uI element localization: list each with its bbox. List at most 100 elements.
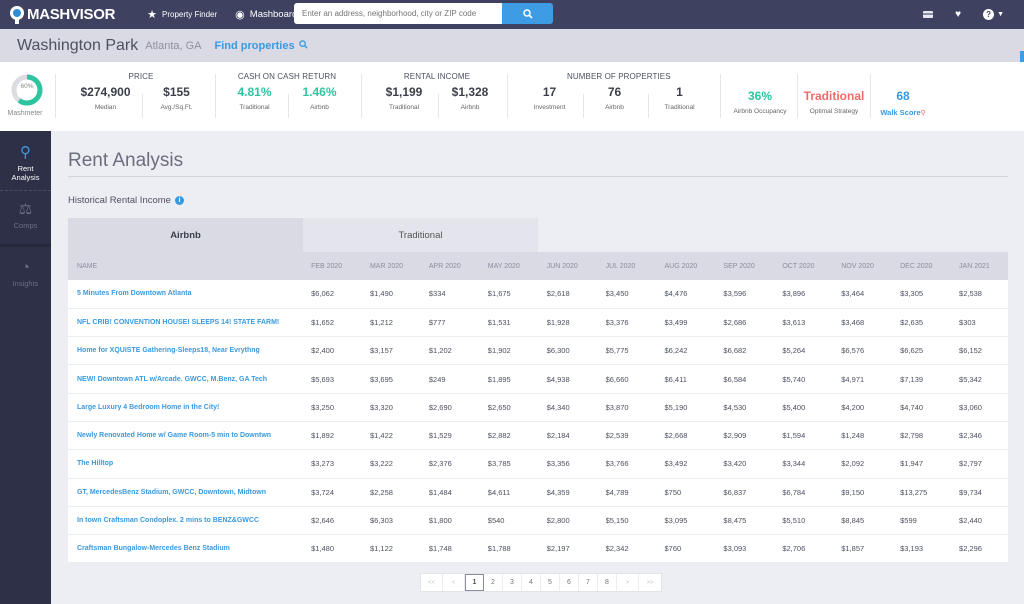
- tab-airbnb[interactable]: Airbnb: [68, 218, 303, 252]
- rental-income-cell: $9,734: [959, 487, 982, 497]
- search-button[interactable]: [502, 3, 553, 24]
- strategy-label: Optimal Strategy: [809, 108, 859, 115]
- map-pin-icon: ⚲: [920, 110, 926, 117]
- column-header-month[interactable]: MAY 2020: [478, 252, 537, 280]
- column-header-month[interactable]: MAR 2020: [360, 252, 419, 280]
- brand-logo[interactable]: MASHVISOR: [10, 5, 115, 24]
- rental-income-cell: $5,510: [782, 516, 806, 526]
- listing-name-link[interactable]: In town Craftsman Condoplex. 2 mins to B…: [68, 506, 301, 534]
- last-page-button[interactable]: >>: [639, 574, 661, 591]
- rental-income-cell: $3,193: [900, 544, 924, 554]
- divider: [361, 74, 362, 118]
- column-header-month[interactable]: JUN 2020: [537, 252, 596, 280]
- listing-name-link[interactable]: 5 Minutes From Downtown Atlanta: [68, 280, 301, 308]
- divider: [797, 74, 798, 118]
- coc-airbnb-value: 1.46%: [302, 85, 337, 99]
- rental-income-cell: $2,798: [900, 431, 924, 441]
- heart-icon[interactable]: ♥: [955, 9, 961, 20]
- coc-airbnb-label: Airbnb: [310, 104, 329, 111]
- listing-name-link[interactable]: The Hilltop: [68, 450, 301, 478]
- rental-income-cell: $3,450: [605, 289, 629, 299]
- listing-name-link[interactable]: Newly Renovated Home w/ Game Room-5 min …: [68, 421, 301, 449]
- listing-name-link[interactable]: Craftsman Bungalow-Mercedes Benz Stadium: [68, 535, 301, 563]
- rental-income-cell: $1,529: [428, 431, 452, 441]
- info-icon[interactable]: i: [174, 196, 184, 205]
- rental-income-cell: $6,303: [369, 516, 393, 526]
- rental-income-cell: $3,093: [723, 544, 747, 554]
- page-button[interactable]: 4: [522, 574, 541, 591]
- rental-income-cell: $3,157: [369, 346, 393, 356]
- page-button[interactable]: 2: [484, 574, 503, 591]
- neighborhood-title: Washington Park: [17, 36, 139, 54]
- price-median-value: $274,900: [80, 85, 131, 99]
- rental-income-cell: $3,464: [841, 289, 865, 299]
- listing-name-link[interactable]: NFL CRIB! CONVENTION HOUSE! SLEEPS 14! S…: [68, 308, 301, 336]
- page-button[interactable]: 5: [541, 574, 560, 591]
- page-button[interactable]: 6: [560, 574, 579, 591]
- props-airbnb-label: Airbnb: [605, 104, 624, 111]
- divider: [68, 176, 1008, 177]
- help-menu[interactable]: ? ▼: [983, 9, 1004, 20]
- nav-property-finder[interactable]: ★ Property Finder: [147, 8, 217, 21]
- next-page-button[interactable]: >: [617, 574, 639, 591]
- rental-income-cell: $1,594: [782, 431, 806, 441]
- column-header-month[interactable]: AUG 2020: [655, 252, 714, 280]
- rental-income-cell: $3,870: [605, 402, 629, 412]
- column-header-month[interactable]: DEC 2020: [890, 252, 949, 280]
- props-traditional-value: 1: [676, 85, 683, 99]
- rental-income-cell: $4,789: [605, 487, 629, 497]
- rental-income-cell: $2,346: [959, 431, 982, 441]
- first-page-button[interactable]: <<: [421, 574, 443, 591]
- prev-page-button[interactable]: <: [443, 574, 465, 591]
- listing-name-link[interactable]: GT, MercedesBenz Stadium, GWCC, Downtown…: [68, 478, 301, 506]
- listing-name-link[interactable]: NEW! Downtown ATL w/Arcade. GWCC, M.Benz…: [68, 365, 301, 393]
- occupancy-label: Airbnb Occupancy: [733, 108, 787, 115]
- card-icon[interactable]: [923, 11, 934, 18]
- nav-property-finder-label: Property Finder: [162, 10, 218, 19]
- sidebar-item-comps[interactable]: ⚖ Comps: [0, 191, 51, 247]
- listing-name-link[interactable]: Home for XQUISTE Gathering-Sleeps18, Nea…: [68, 337, 301, 365]
- rental-income-title: RENTAL INCOME: [403, 72, 471, 81]
- rental-income-cell: $6,625: [900, 346, 924, 356]
- page-button[interactable]: 1: [465, 574, 484, 591]
- rental-income-cell: $1,675: [487, 289, 511, 299]
- column-header-month[interactable]: APR 2020: [419, 252, 478, 280]
- rental-income-cell: $2,650: [487, 402, 511, 412]
- rental-income-cell: $3,376: [605, 317, 629, 327]
- sidebar-item-insights[interactable]: ◔ Insights: [0, 247, 51, 288]
- rental-income-cell: $4,611: [487, 487, 511, 497]
- rental-income-cell: $3,499: [664, 317, 688, 327]
- column-header-month[interactable]: SEP 2020: [713, 252, 772, 280]
- strategy-value: Traditional: [803, 89, 865, 103]
- page-button[interactable]: 3: [503, 574, 522, 591]
- help-icon: ?: [983, 9, 995, 20]
- column-header-month[interactable]: OCT 2020: [772, 252, 831, 280]
- page-button[interactable]: 8: [598, 574, 617, 591]
- rental-income-cell: $4,340: [546, 402, 570, 412]
- column-header-month[interactable]: JAN 2021: [949, 252, 1008, 280]
- sidebar-item-rent-analysis[interactable]: ⚲ Rent Analysis: [0, 131, 51, 191]
- rental-income-cell: $2,800: [546, 516, 570, 526]
- rental-income-cell: $5,342: [959, 374, 982, 384]
- listing-name-link[interactable]: Large Luxury 4 Bedroom Home in the City!: [68, 393, 301, 421]
- column-header-month[interactable]: FEB 2020: [301, 252, 360, 280]
- tab-traditional[interactable]: Traditional: [303, 218, 538, 252]
- table-row: Craftsman Bungalow-Mercedes Benz Stadium…: [68, 534, 1008, 563]
- rental-income-cell: $1,212: [369, 317, 393, 327]
- rental-income-cell: $3,420: [723, 459, 747, 469]
- income-airbnb-label: Airbnb: [460, 104, 480, 111]
- column-header-month[interactable]: NOV 2020: [831, 252, 890, 280]
- divider: [507, 74, 508, 118]
- column-header-name[interactable]: NAME: [68, 252, 301, 280]
- rental-income-cell: $8,475: [723, 516, 747, 526]
- sidebar: ⚲ Rent Analysis ⚖ Comps ◔ Insights: [0, 131, 51, 604]
- search-input[interactable]: [294, 3, 502, 24]
- find-properties-link[interactable]: Find properties: [215, 40, 308, 52]
- walk-score-link[interactable]: Walk Score⚲: [872, 108, 934, 117]
- rental-income-cell: $6,660: [605, 374, 629, 384]
- page-button[interactable]: 7: [579, 574, 598, 591]
- occupancy-group: 36% Airbnb Occupancy: [724, 72, 796, 115]
- table-row: The Hilltop $3,273 $3,222 $2,376 $3,785 $3,35…: [68, 449, 1008, 479]
- sidebar-item-label: Insights: [12, 279, 39, 288]
- column-header-month[interactable]: JUL 2020: [596, 252, 655, 280]
